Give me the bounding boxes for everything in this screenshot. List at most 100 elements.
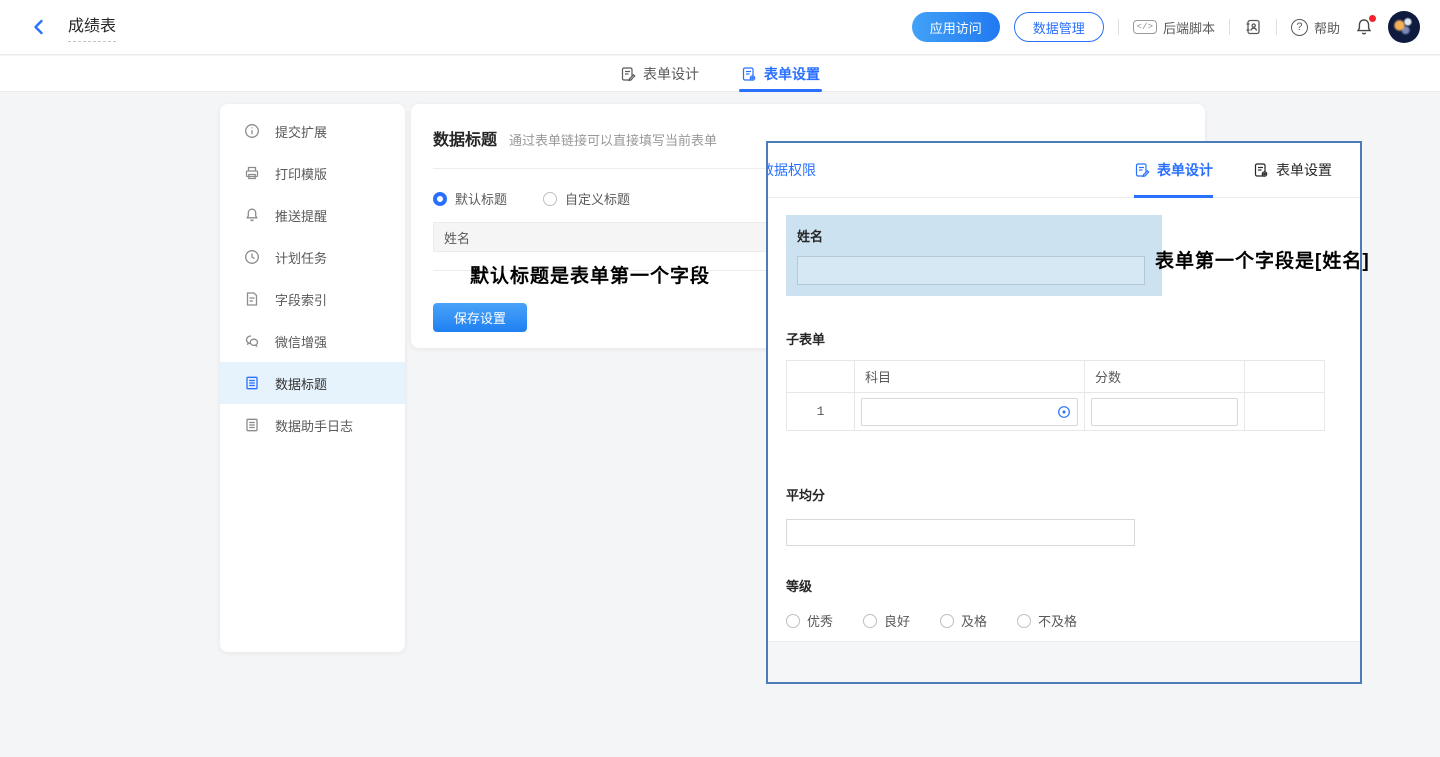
radio-unselected-icon [543, 192, 557, 206]
grade-option-fail[interactable]: 不及格 [1017, 611, 1077, 630]
average-input[interactable] [786, 519, 1135, 546]
document-icon [244, 291, 260, 307]
target-select-icon[interactable] [1057, 405, 1071, 419]
sidebar-item-submit-extension[interactable]: 提交扩展 [220, 110, 405, 152]
subform-header-extra [1245, 361, 1325, 393]
back-button[interactable] [30, 18, 48, 36]
sidebar-item-push-reminder[interactable]: 推送提醒 [220, 194, 405, 236]
subform-table: 科目 分数 1 [786, 360, 1325, 431]
radio-unselected-icon [1017, 614, 1031, 628]
sidebar-item-field-index[interactable]: 字段索引 [220, 278, 405, 320]
radio-custom-title[interactable]: 自定义标题 [543, 189, 630, 208]
panel-subtitle: 通过表单链接可以直接填写当前表单 [509, 130, 717, 149]
doc-gear-icon [741, 66, 757, 82]
subform-row-number: 1 [787, 393, 855, 431]
radio-unselected-icon [940, 614, 954, 628]
tab-label: 表单设计 [643, 64, 699, 84]
help-label: 帮助 [1314, 18, 1340, 37]
sidebar-item-scheduled-tasks[interactable]: 计划任务 [220, 236, 405, 278]
grade-option-label: 优秀 [807, 611, 833, 630]
chevron-left-icon [30, 18, 48, 36]
radio-label: 自定义标题 [565, 189, 630, 208]
name-field-input[interactable] [797, 256, 1145, 285]
grade-option-excellent[interactable]: 优秀 [786, 611, 833, 630]
save-settings-button[interactable]: 保存设置 [433, 303, 527, 332]
question-icon: ? [1291, 19, 1308, 36]
default-title-value: 姓名 [444, 228, 470, 247]
backend-script-label: 后端脚本 [1163, 18, 1215, 37]
help-button[interactable]: ? 帮助 [1291, 18, 1340, 37]
sidebar-item-label: 提交扩展 [275, 122, 327, 141]
grade-label: 等级 [786, 576, 1342, 595]
grade-option-label: 及格 [961, 611, 987, 630]
radio-unselected-icon [863, 614, 877, 628]
name-field-selected[interactable]: 姓名 [786, 215, 1162, 296]
contacts-button[interactable] [1244, 18, 1262, 36]
form-design-overlay: 数据权限 表单设计 [766, 141, 1362, 684]
doc-pencil-icon [620, 66, 636, 82]
panel-title: 数据标题 [433, 126, 497, 150]
grade-option-pass[interactable]: 及格 [940, 611, 987, 630]
doc-gear-icon [1253, 162, 1269, 178]
radio-label: 默认标题 [455, 189, 507, 208]
subform-extra-cell [1245, 393, 1325, 431]
overlay-tab-form-design[interactable]: 表单设计 [1134, 143, 1213, 198]
sidebar-item-wechat-enhance[interactable]: 微信增强 [220, 320, 405, 362]
main-tabbar: 表单设计 表单设置 [0, 56, 1440, 92]
user-avatar[interactable] [1388, 11, 1420, 43]
form-title[interactable]: 成绩表 [68, 12, 116, 42]
sidebar-item-label: 字段索引 [275, 290, 327, 309]
sidebar-item-print-template[interactable]: 打印模版 [220, 152, 405, 194]
sidebar-item-label: 计划任务 [275, 248, 327, 267]
annotation-first-field: 表单第一个字段是[姓名] [1155, 246, 1370, 273]
radio-selected-icon [433, 192, 447, 206]
radio-unselected-icon [786, 614, 800, 628]
sidebar-item-data-title[interactable]: 数据标题 [220, 362, 405, 404]
subform-label: 子表单 [786, 329, 1342, 348]
tab-form-design[interactable]: 表单设计 [620, 56, 699, 92]
grade-option-good[interactable]: 良好 [863, 611, 910, 630]
contacts-book-icon [1244, 18, 1262, 36]
list-icon [244, 375, 260, 391]
tab-label: 表单设置 [764, 64, 820, 84]
overlay-tab-form-settings[interactable]: 表单设置 [1253, 143, 1332, 198]
overlay-header: 数据权限 表单设计 [768, 143, 1360, 198]
subform-corner-cell [787, 361, 855, 393]
subform-header-score: 分数 [1085, 361, 1245, 393]
divider [1118, 19, 1119, 35]
sidebar-item-label: 推送提醒 [275, 206, 327, 225]
notifications-button[interactable] [1354, 17, 1374, 37]
divider [1276, 19, 1277, 35]
divider [1229, 19, 1230, 35]
app-access-button[interactable]: 应用访问 [912, 12, 1000, 42]
settings-sidebar: 提交扩展 打印模版 推送提醒 计划任务 字段索引 [220, 104, 405, 652]
score-input[interactable] [1091, 398, 1238, 426]
backend-script-button[interactable]: </> 后端脚本 [1133, 18, 1215, 37]
subject-input[interactable] [861, 398, 1078, 426]
radio-default-title[interactable]: 默认标题 [433, 189, 507, 208]
data-permission-link[interactable]: 数据权限 [766, 160, 816, 180]
app-window: 成绩表 应用访问 数据管理 </> 后端脚本 [0, 0, 1440, 757]
sidebar-item-label: 打印模版 [275, 164, 327, 183]
subform-header-subject: 科目 [855, 361, 1085, 393]
list-icon [244, 417, 260, 433]
overlay-footer [768, 641, 1360, 682]
info-icon [244, 123, 260, 139]
bell-icon [244, 207, 260, 223]
code-icon: </> [1133, 20, 1157, 34]
topbar: 成绩表 应用访问 数据管理 </> 后端脚本 [0, 0, 1440, 55]
sidebar-item-data-assistant-log[interactable]: 数据助手日志 [220, 404, 405, 446]
tab-label: 表单设计 [1157, 160, 1213, 180]
tab-label: 表单设置 [1276, 160, 1332, 180]
notification-dot [1369, 15, 1376, 22]
annotation-default-title: 默认标题是表单第一个字段 [470, 261, 710, 288]
clock-icon [244, 249, 260, 265]
tab-form-settings[interactable]: 表单设置 [741, 56, 820, 92]
printer-icon [244, 165, 260, 181]
sidebar-item-label: 微信增强 [275, 332, 327, 351]
doc-pencil-icon [1134, 162, 1150, 178]
data-manage-button[interactable]: 数据管理 [1014, 12, 1104, 42]
grade-options: 优秀 良好 及格 不及格 [786, 611, 1342, 630]
grade-option-label: 良好 [884, 611, 910, 630]
wechat-icon [244, 333, 260, 349]
